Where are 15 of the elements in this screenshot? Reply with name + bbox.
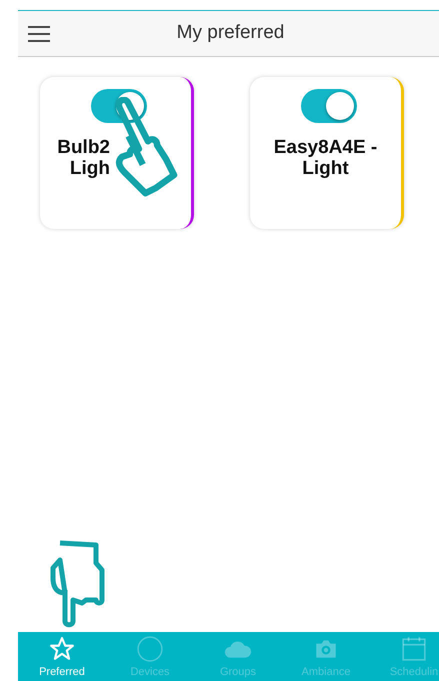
nav-tab[interactable]: Preferred	[18, 632, 106, 681]
device-card[interactable]: Bulb2 Ligh	[40, 77, 194, 229]
nav-tab[interactable]: Ambiance	[282, 632, 370, 681]
device-name: Easy8A4E - Light	[274, 137, 378, 179]
calendar-icon	[401, 636, 427, 662]
nav-tab[interactable]: Schedulin	[370, 632, 439, 681]
star-icon	[49, 636, 75, 662]
toggle-switch[interactable]	[300, 89, 356, 123]
menu-icon	[28, 26, 50, 42]
page-title: My preferred	[176, 21, 286, 46]
device-card[interactable]: Easy8A4E - Light	[250, 77, 404, 229]
nav-tab[interactable]: Groups	[194, 632, 282, 681]
circle-icon	[137, 636, 163, 662]
nav-tab[interactable]: Devices	[106, 632, 194, 681]
device-name: Bulb2 Ligh	[56, 137, 110, 179]
